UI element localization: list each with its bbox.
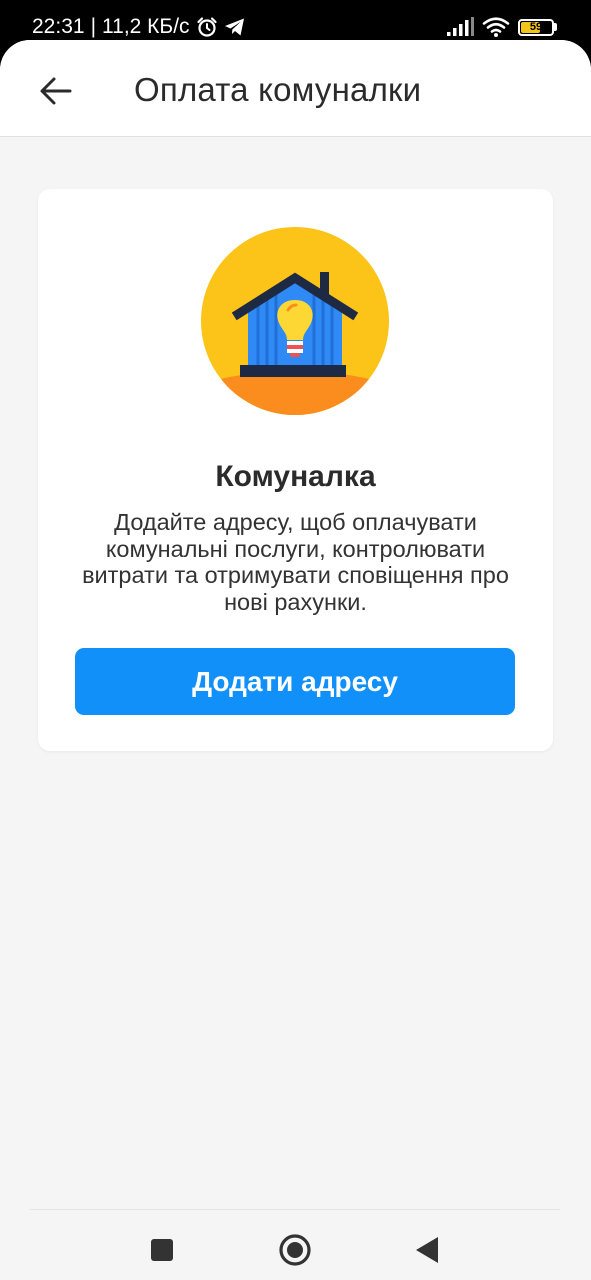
recents-button[interactable] bbox=[139, 1227, 185, 1273]
network-speed: 11,2 КБ/с bbox=[102, 15, 190, 38]
wifi-icon bbox=[482, 16, 510, 38]
home-button[interactable] bbox=[272, 1227, 318, 1273]
card-title: Комуналка bbox=[215, 460, 376, 493]
recents-square-icon bbox=[150, 1238, 174, 1262]
page-title: Оплата комуналки bbox=[134, 71, 422, 108]
status-time: 22:31 bbox=[32, 15, 85, 38]
back-nav-button[interactable] bbox=[404, 1227, 450, 1273]
status-right: 59 bbox=[446, 14, 557, 40]
app-header: Оплата комуналки bbox=[0, 40, 591, 137]
status-separator: | bbox=[90, 15, 97, 38]
home-circle-icon bbox=[278, 1233, 312, 1267]
telegram-icon bbox=[224, 17, 246, 37]
battery-nub bbox=[554, 23, 557, 31]
system-nav-bar bbox=[0, 1210, 591, 1280]
utility-card: Комуналка Додайте адресу, щоб оплачувати… bbox=[38, 189, 553, 751]
alarm-icon bbox=[196, 16, 218, 38]
battery-body: 59 bbox=[518, 18, 554, 36]
battery-icon: 59 bbox=[518, 18, 557, 36]
app-screen: Оплата комуналки Комуналка Додайте адрес… bbox=[0, 40, 591, 1280]
add-address-button[interactable]: Додати адресу bbox=[75, 648, 515, 715]
arrow-left-icon bbox=[39, 76, 73, 106]
battery-level: 59 bbox=[529, 21, 543, 33]
card-description: Додайте адресу, щоб оплачувати комунальн… bbox=[82, 509, 509, 615]
status-left: 22:31 | 11,2 КБ/с bbox=[32, 14, 246, 40]
back-triangle-icon bbox=[414, 1236, 440, 1264]
house-lightbulb-illustration bbox=[200, 226, 390, 416]
signal-icon bbox=[446, 17, 474, 37]
back-button[interactable] bbox=[32, 67, 80, 115]
